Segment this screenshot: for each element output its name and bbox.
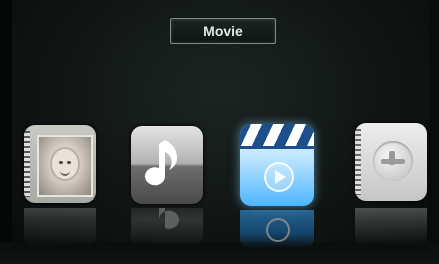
smile [60, 169, 70, 176]
settings-reflection [355, 208, 427, 246]
movie-reflection [240, 210, 314, 248]
section-title: Movie [170, 18, 276, 44]
clapperboard-bar [240, 146, 314, 149]
photo-reflection [24, 208, 96, 246]
menu-item-movie[interactable] [240, 124, 314, 206]
menu-item-settings[interactable] [355, 123, 427, 201]
music-note-reflection-icon [158, 208, 179, 229]
eye [67, 161, 71, 164]
settings-circle-icon [373, 141, 413, 181]
notebook-spiral [24, 131, 30, 197]
music-note-icon [145, 140, 177, 186]
media-menu-screen: Movie [0, 0, 439, 264]
music-reflection [131, 208, 203, 246]
eye [59, 161, 63, 164]
wrench-bar [381, 159, 405, 164]
play-reflection-icon [266, 218, 290, 242]
menu-item-music[interactable] [131, 126, 203, 204]
photo-frame-icon [37, 135, 93, 197]
menu-item-photo[interactable] [24, 125, 96, 203]
notebook-spiral [355, 129, 361, 195]
clapperboard-icon [240, 124, 314, 146]
child-face-image [52, 149, 78, 179]
play-icon [264, 162, 294, 192]
play-triangle [275, 170, 286, 184]
left-frame [0, 0, 12, 264]
right-frame [429, 0, 439, 264]
